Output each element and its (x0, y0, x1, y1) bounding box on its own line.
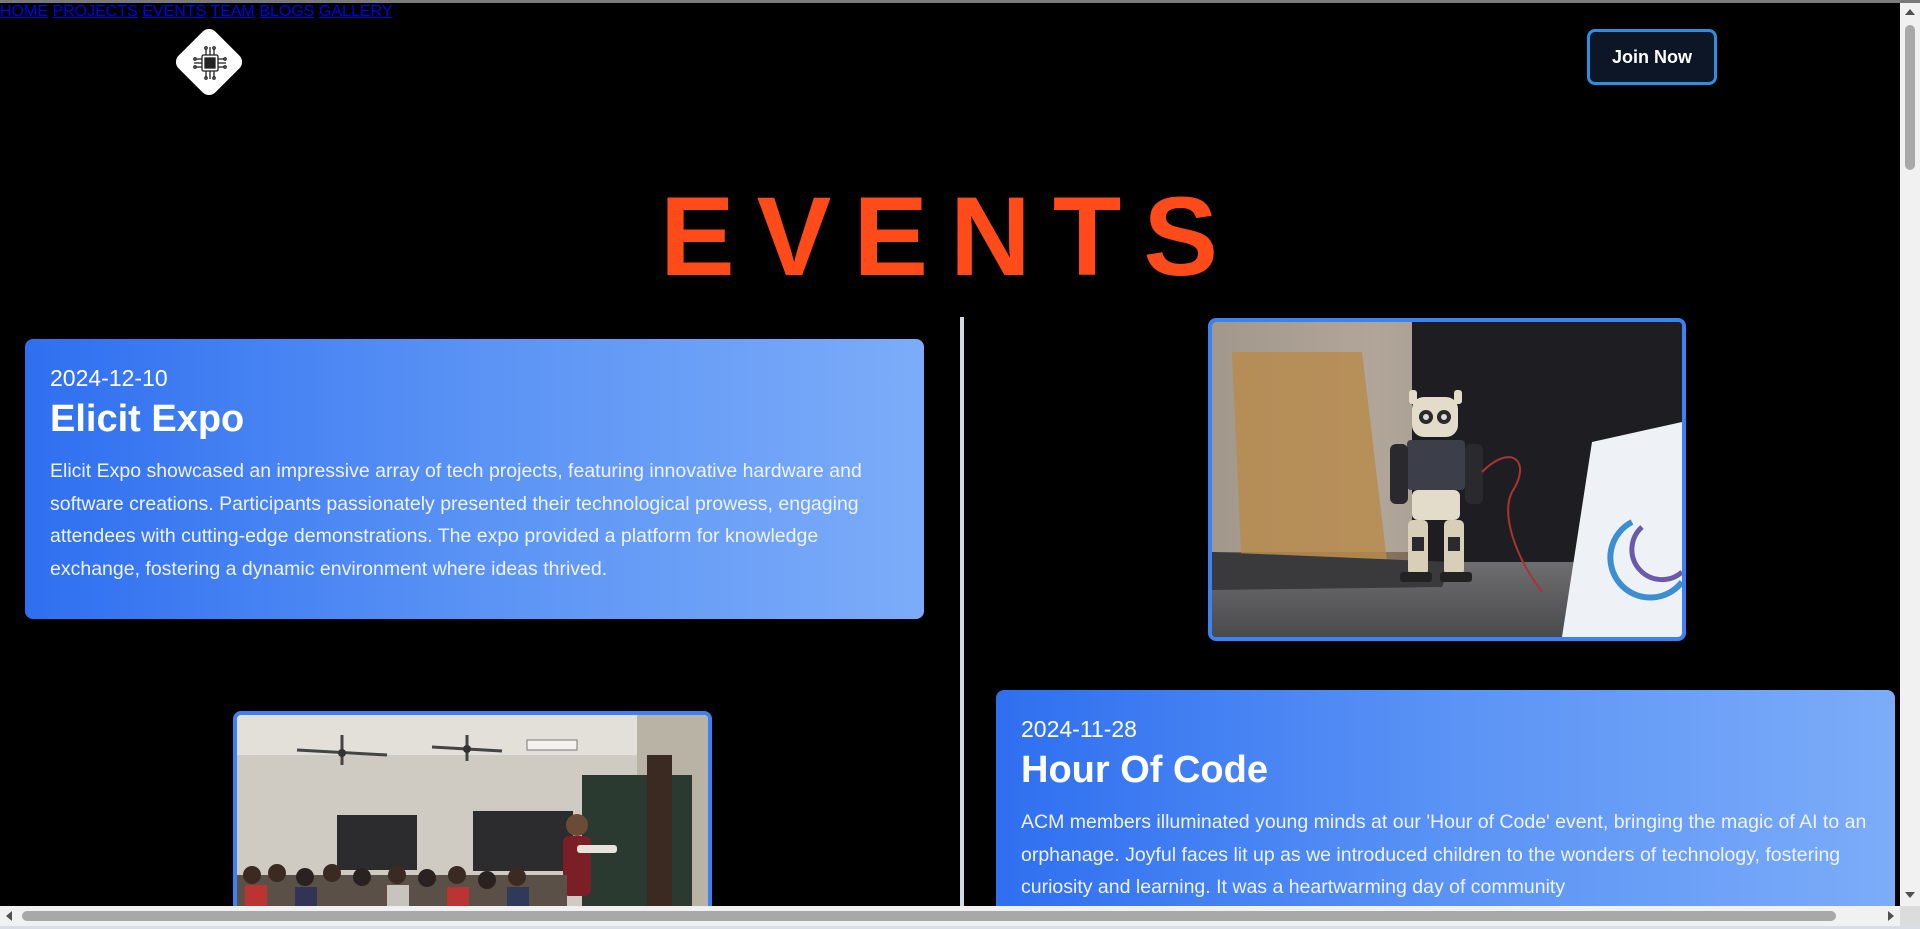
main-nav: HOME PROJECTS EVENTS TEAM BLOGS GALLERY (0, 3, 1900, 21)
robot-photo-illustration (1212, 322, 1682, 637)
event-photo-robot (1208, 318, 1686, 641)
nav-item-blogs[interactable]: BLOGS (259, 3, 314, 20)
nav-item-projects[interactable]: PROJECTS (52, 3, 137, 20)
nav-item-home[interactable]: HOME (0, 3, 48, 20)
vertical-scrollbar[interactable] (1900, 3, 1920, 906)
event-card-elicit-expo: 2024-12-10 Elicit Expo Elicit Expo showc… (25, 339, 924, 619)
event-title: Elicit Expo (50, 398, 245, 440)
nav-item-team[interactable]: TEAM (210, 3, 254, 20)
nav-item-events[interactable]: EVENTS (142, 3, 206, 20)
timeline-line (960, 317, 964, 906)
page-viewport: HOME PROJECTS EVENTS TEAM BLOGS GALLERY … (0, 3, 1900, 906)
join-now-button[interactable]: Join Now (1587, 29, 1717, 85)
scrollbar-corner (1900, 906, 1920, 926)
scroll-up-arrow-icon[interactable] (1905, 9, 1915, 15)
event-description: ACM members illuminated young minds at o… (1021, 811, 1867, 898)
horizontal-scroll-thumb[interactable] (22, 911, 1836, 921)
event-description: Elicit Expo showcased an impressive arra… (50, 460, 862, 580)
event-card-hour-of-code: 2024-11-28 Hour Of Code ACM members illu… (996, 690, 1895, 906)
event-photo-classroom (233, 711, 712, 906)
event-title: Hour Of Code (1021, 749, 1268, 791)
nav-item-gallery[interactable]: GALLERY (319, 3, 393, 20)
event-date: 2024-11-28 (1021, 716, 1137, 742)
circuit-chip-icon (193, 46, 227, 80)
classroom-photo-illustration (237, 715, 708, 906)
scroll-down-arrow-icon[interactable] (1905, 892, 1915, 898)
vertical-scroll-thumb[interactable] (1905, 25, 1915, 170)
scroll-right-arrow-icon[interactable] (1888, 911, 1894, 921)
page-title: EVENTS (659, 174, 1241, 299)
horizontal-scrollbar[interactable] (0, 906, 1900, 926)
scroll-left-arrow-icon[interactable] (6, 911, 12, 921)
event-date: 2024-12-10 (50, 365, 168, 391)
